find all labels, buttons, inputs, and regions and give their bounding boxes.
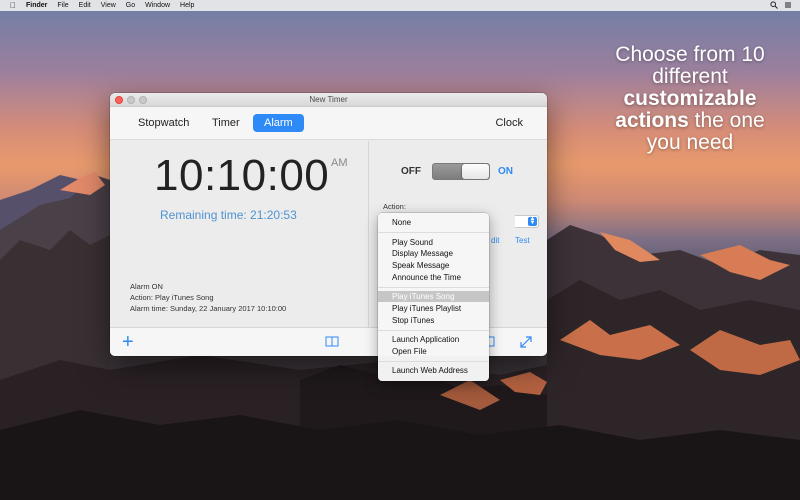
alarm-action-info: Action: Play iTunes Song: [130, 293, 214, 302]
menu-item-play-itunes-playlist[interactable]: Play iTunes Playlist: [378, 303, 489, 314]
book-icon[interactable]: [325, 336, 339, 347]
close-button[interactable]: [115, 96, 123, 104]
apple-icon[interactable]: : [10, 1, 18, 10]
test-link[interactable]: Test: [515, 236, 530, 245]
menu-item-launch-application[interactable]: Launch Application: [378, 334, 489, 345]
promo-line-4-rest: the one: [688, 109, 765, 132]
chevron-updown-icon: ▲ ▼: [528, 216, 537, 226]
alarm-display-pane: 10:10:00 AM Remaining time: 21:20:53 Ala…: [110, 141, 368, 327]
tab-alarm[interactable]: Alarm: [253, 114, 304, 132]
menu-edit[interactable]: Edit: [79, 2, 91, 9]
menu-go[interactable]: Go: [126, 2, 135, 9]
search-icon[interactable]: [770, 1, 778, 9]
promo-text: Choose from 10 different customizable ac…: [600, 44, 780, 154]
menu-separator: [378, 232, 489, 233]
promo-line-2: different: [652, 65, 728, 88]
action-label: Action:: [383, 202, 406, 211]
menu-item-announce-time[interactable]: Announce the Time: [378, 272, 489, 283]
zoom-button[interactable]: [139, 96, 147, 104]
edit-link[interactable]: dit: [491, 236, 499, 245]
alarm-toggle[interactable]: [432, 163, 490, 180]
menu-item-none[interactable]: None: [378, 217, 489, 228]
toggle-knob: [462, 164, 489, 179]
promo-line-5: you need: [646, 131, 734, 154]
menu-window[interactable]: Window: [145, 2, 170, 9]
toggle-off-label: OFF: [401, 166, 421, 177]
tab-stopwatch[interactable]: Stopwatch: [130, 114, 197, 132]
menu-bar:  Finder File Edit View Go Window Help: [0, 0, 800, 11]
tab-clock[interactable]: Clock: [487, 114, 531, 132]
menu-item-display-message[interactable]: Display Message: [378, 248, 489, 259]
promo-line-1: Choose from 10: [615, 43, 765, 66]
menu-item-stop-itunes[interactable]: Stop iTunes: [378, 315, 489, 326]
promo-line-3: customizable: [623, 87, 757, 110]
menu-view[interactable]: View: [101, 2, 116, 9]
menu-item-speak-message[interactable]: Speak Message: [378, 260, 489, 271]
window-titlebar[interactable]: New Timer: [110, 93, 547, 107]
menu-item-play-sound[interactable]: Play Sound: [378, 237, 489, 248]
action-dropdown-menu: None Play Sound Display Message Speak Me…: [378, 213, 489, 381]
promo-line-4-bold: actions: [615, 109, 689, 132]
minimize-button[interactable]: [127, 96, 135, 104]
plus-icon[interactable]: +: [122, 332, 134, 352]
toggle-on-label: ON: [498, 166, 513, 177]
menu-item-play-itunes-song[interactable]: Play iTunes Song: [378, 291, 489, 302]
menu-finder[interactable]: Finder: [26, 2, 47, 9]
menu-separator: [378, 361, 489, 362]
menu-help[interactable]: Help: [180, 2, 194, 9]
tab-timer[interactable]: Timer: [204, 114, 248, 132]
alarm-time-display: 10:10:00: [154, 151, 330, 200]
alarm-time-info: Alarm time: Sunday, 22 January 2017 10:1…: [130, 304, 287, 313]
menu-icon[interactable]: [784, 1, 792, 9]
traffic-lights: [115, 96, 147, 104]
menu-item-launch-web-address[interactable]: Launch Web Address: [378, 365, 489, 376]
menu-separator: [378, 330, 489, 331]
alarm-status: Alarm ON: [130, 282, 163, 291]
remaining-time: Remaining time: 21:20:53: [160, 208, 297, 222]
mode-tab-bar: Stopwatch Timer Alarm Clock: [110, 107, 547, 140]
expand-icon[interactable]: [518, 334, 534, 350]
menu-file[interactable]: File: [57, 2, 68, 9]
ampm-label: AM: [331, 157, 348, 169]
window-title: New Timer: [309, 95, 348, 104]
action-select[interactable]: ▲ ▼: [515, 215, 539, 228]
menu-item-open-file[interactable]: Open File: [378, 346, 489, 357]
menu-separator: [378, 287, 489, 288]
